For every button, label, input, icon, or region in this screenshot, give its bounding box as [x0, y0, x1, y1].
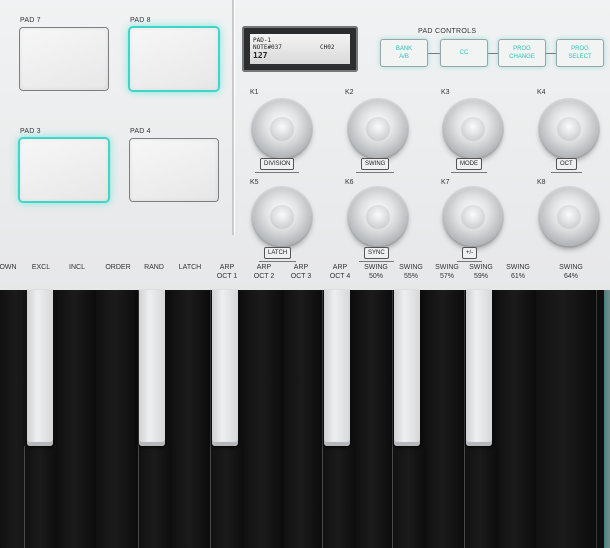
key-label: ARP OCT 2 — [253, 264, 275, 280]
accidental-key[interactable] — [212, 290, 238, 446]
accidental-key[interactable] — [394, 290, 420, 446]
knob-k2-label: K2 — [345, 89, 354, 96]
knob-k4-tag: OCT — [551, 158, 582, 173]
key-label: SWING 64% — [559, 264, 583, 280]
knob-k7-label: K7 — [441, 179, 450, 186]
pad-4-label: PAD 4 — [130, 128, 151, 135]
knob-k1[interactable] — [253, 100, 311, 158]
bank-ab-line-2: A/B — [399, 54, 409, 60]
natural-key[interactable] — [464, 446, 500, 548]
key-label: SWING 50% — [364, 264, 388, 280]
pad-controls-connector — [427, 53, 441, 54]
key-label: ORDER — [105, 264, 131, 271]
natural-key[interactable] — [498, 290, 537, 548]
knob-k4-label: K4 — [537, 89, 546, 96]
knob-k6-tag: SYNC — [359, 247, 394, 262]
prog-change-line-2: CHANGE — [509, 54, 535, 60]
knob-k4[interactable] — [540, 100, 598, 158]
pad-controls-title: PAD CONTROLS — [418, 28, 477, 35]
key-label: SWING 59% — [469, 264, 493, 280]
pad-4[interactable] — [130, 139, 218, 201]
pad-8-label: PAD 8 — [130, 17, 151, 24]
key-label: ARP OCT 1 — [216, 264, 238, 280]
pad-controls-connector — [545, 53, 557, 54]
prog-change-button[interactable]: PROG CHANGE — [499, 40, 545, 66]
keyboard — [0, 290, 610, 548]
accidental-key[interactable] — [27, 290, 53, 446]
knob-k6[interactable] — [349, 188, 407, 246]
accidental-key[interactable] — [466, 290, 492, 446]
pad-3[interactable] — [20, 139, 108, 201]
natural-key[interactable] — [172, 290, 211, 548]
key-label: LATCH — [178, 264, 202, 271]
natural-key[interactable] — [244, 290, 285, 548]
prog-select-button[interactable]: PROG SELECT — [557, 40, 603, 66]
cc-line-1: CC — [459, 50, 469, 56]
knob-k3-label: K3 — [441, 89, 450, 96]
prog-select-line-1: PROG — [571, 46, 589, 52]
knob-k6-label: K6 — [345, 179, 354, 186]
key-label: ARP OCT 3 — [290, 264, 312, 280]
natural-key[interactable] — [322, 446, 358, 548]
pad-controls-connector — [487, 53, 499, 54]
panel-divider — [232, 0, 234, 235]
display-line-2: NOTE#037 — [253, 44, 282, 51]
knob-k1-label: K1 — [250, 89, 259, 96]
natural-key[interactable] — [24, 446, 60, 548]
knob-k1-tag: DIVISION — [254, 158, 300, 173]
key-label: SWING 61% — [506, 264, 530, 280]
key-label: ARP OCT 4 — [329, 264, 351, 280]
accidental-key[interactable] — [139, 290, 165, 446]
natural-key[interactable] — [58, 290, 97, 548]
pad-8[interactable] — [130, 28, 218, 90]
lcd-screen: PAD-1 NOTE#037 CH02 127 — [250, 34, 350, 64]
natural-key[interactable] — [210, 446, 246, 548]
display-value: 127 — [253, 51, 268, 60]
key-label: SWING 55% — [399, 264, 423, 280]
cc-button[interactable]: CC — [441, 40, 487, 66]
pad-7[interactable] — [20, 28, 108, 90]
natural-key[interactable] — [138, 446, 174, 548]
prog-select-line-2: SELECT — [568, 54, 592, 60]
natural-key[interactable] — [536, 290, 597, 548]
display-channel: CH02 — [320, 44, 335, 51]
knob-k2[interactable] — [349, 100, 407, 158]
natural-key[interactable] — [426, 290, 465, 548]
key-label: INCL — [69, 264, 85, 271]
key-label: EXCL — [31, 264, 51, 271]
knob-k8[interactable] — [540, 188, 598, 246]
natural-key[interactable] — [392, 446, 428, 548]
bank-ab-button[interactable]: BANK A/B — [381, 40, 427, 66]
knob-k2-tag: SWING — [355, 158, 395, 173]
natural-key[interactable] — [96, 290, 139, 548]
pad-3-label: PAD 3 — [20, 128, 41, 135]
prog-change-line-1: PROG — [513, 46, 531, 52]
knob-k5-tag: LATCH — [258, 247, 297, 262]
knob-k3[interactable] — [444, 100, 502, 158]
knob-k3-tag: MODE — [451, 158, 487, 173]
accidental-key[interactable] — [324, 290, 350, 446]
knob-k8-label: K8 — [537, 179, 546, 186]
lcd-display: PAD-1 NOTE#037 CH02 127 — [242, 26, 358, 72]
knob-k7[interactable] — [444, 188, 502, 246]
natural-key[interactable] — [284, 290, 323, 548]
key-label: RAND — [144, 264, 164, 271]
pad-7-label: PAD 7 — [20, 17, 41, 24]
edge-glow — [604, 290, 610, 548]
bank-ab-line-1: BANK — [395, 46, 413, 52]
natural-key[interactable] — [356, 290, 393, 548]
knob-k5[interactable] — [253, 188, 311, 246]
display-line-1: PAD-1 — [253, 37, 272, 44]
knob-k7-tag: +/- — [456, 247, 483, 262]
knob-k5-label: K5 — [250, 179, 259, 186]
